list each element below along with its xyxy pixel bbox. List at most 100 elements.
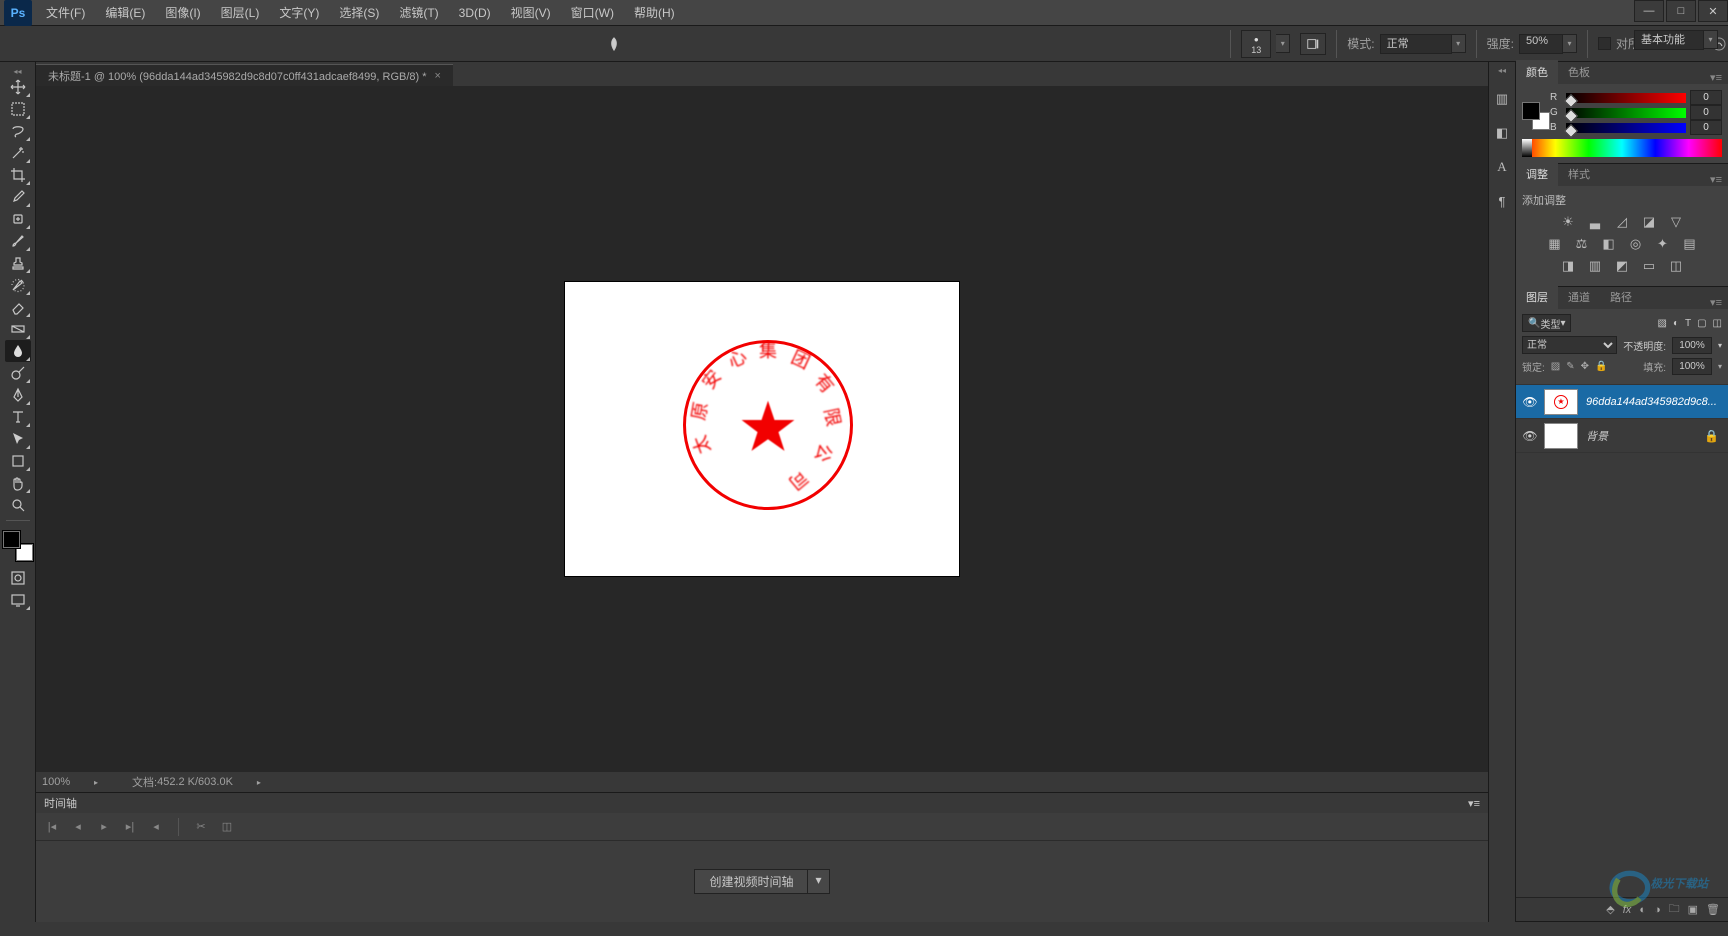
- adj-mixer-icon[interactable]: ✦: [1654, 236, 1672, 252]
- timeline-type-dropdown[interactable]: ▾: [808, 869, 829, 894]
- timeline-prev2-icon[interactable]: ◂: [148, 819, 164, 835]
- styles-tab[interactable]: 样式: [1558, 162, 1600, 186]
- opacity-input[interactable]: 100%: [1672, 337, 1712, 354]
- layers-menu-icon[interactable]: ▾≡: [1704, 296, 1728, 309]
- zoom-input[interactable]: [36, 776, 90, 788]
- blur-tool[interactable]: [5, 340, 31, 362]
- eyedropper-tool[interactable]: [5, 186, 31, 208]
- mode-select[interactable]: 正常: [1380, 34, 1452, 54]
- history-brush-tool[interactable]: [5, 274, 31, 296]
- swatches-tab[interactable]: 色板: [1558, 60, 1600, 84]
- timeline-prev-icon[interactable]: ◂: [70, 819, 86, 835]
- color-menu-icon[interactable]: ▾≡: [1704, 71, 1728, 84]
- g-value[interactable]: 0: [1690, 105, 1722, 120]
- color-swatches[interactable]: [3, 531, 33, 561]
- adj-levels-icon[interactable]: ▃: [1586, 214, 1604, 230]
- adj-threshold-icon[interactable]: ◩: [1613, 258, 1631, 274]
- adj-photo-icon[interactable]: ◎: [1627, 236, 1645, 252]
- history-icon[interactable]: ▥: [1492, 89, 1512, 109]
- path-select-tool[interactable]: [5, 428, 31, 450]
- create-video-timeline-button[interactable]: 创建视频时间轴: [694, 869, 808, 894]
- delete-layer-icon[interactable]: 🗑: [1706, 903, 1720, 916]
- toolbox-collapse[interactable]: ◂◂: [0, 66, 35, 76]
- stamp-tool[interactable]: [5, 252, 31, 274]
- canvas[interactable]: 集 团 有 限 公 司 太 原 安 心: [565, 282, 959, 576]
- strength-input[interactable]: 50%: [1519, 34, 1563, 54]
- filter-adjust-icon[interactable]: ◐: [1673, 318, 1679, 329]
- menu-help[interactable]: 帮助(H): [624, 0, 685, 26]
- menu-type[interactable]: 文字(Y): [269, 0, 329, 26]
- marquee-tool[interactable]: [5, 98, 31, 120]
- adj-brightness-icon[interactable]: ☀: [1559, 214, 1577, 230]
- menu-window[interactable]: 窗口(W): [561, 0, 624, 26]
- adj-exposure-icon[interactable]: ◪: [1640, 214, 1658, 230]
- wand-tool[interactable]: [5, 142, 31, 164]
- gradient-tool[interactable]: [5, 318, 31, 340]
- hand-tool[interactable]: [5, 472, 31, 494]
- menu-filter[interactable]: 滤镜(T): [389, 0, 448, 26]
- foreground-color-swatch[interactable]: [3, 531, 20, 548]
- lock-trans-icon[interactable]: ▨: [1551, 361, 1560, 372]
- filter-pixel-icon[interactable]: ▧: [1657, 318, 1666, 329]
- color-tab[interactable]: 颜色: [1516, 60, 1558, 84]
- docinfo-arrow-icon[interactable]: ▸: [253, 778, 265, 787]
- brush-panel-toggle[interactable]: [1300, 33, 1326, 55]
- layer-filter-select[interactable]: 🔍 类型 ▾: [1522, 314, 1571, 332]
- lock-paint-icon[interactable]: ✎: [1566, 361, 1574, 372]
- b-value[interactable]: 0: [1690, 120, 1722, 135]
- b-slider[interactable]: [1566, 123, 1686, 133]
- quickmask-toggle[interactable]: [5, 567, 31, 589]
- zoom-arrow-icon[interactable]: ▸: [90, 778, 102, 787]
- dodge-tool[interactable]: [5, 362, 31, 384]
- menu-view[interactable]: 视图(V): [501, 0, 561, 26]
- sample-all-checkbox[interactable]: [1598, 37, 1611, 50]
- lock-all-icon[interactable]: 🔒: [1595, 361, 1607, 372]
- adj-balance-icon[interactable]: ⚖: [1573, 236, 1591, 252]
- crop-tool[interactable]: [5, 164, 31, 186]
- timeline-first-icon[interactable]: |◂: [44, 819, 60, 835]
- adj-selective-icon[interactable]: ◫: [1667, 258, 1685, 274]
- new-group-icon[interactable]: 🗀: [1669, 900, 1680, 919]
- move-tool[interactable]: [5, 76, 31, 98]
- r-slider[interactable]: [1566, 93, 1686, 103]
- adj-gradmap-icon[interactable]: ▭: [1640, 258, 1658, 274]
- heal-tool[interactable]: [5, 208, 31, 230]
- fill-input[interactable]: 100%: [1672, 358, 1712, 375]
- zoom-tool[interactable]: [5, 494, 31, 516]
- properties-icon[interactable]: ◧: [1492, 123, 1512, 143]
- channels-tab[interactable]: 通道: [1558, 285, 1600, 309]
- new-fill-icon[interactable]: ◑: [1654, 904, 1661, 916]
- r-value[interactable]: 0: [1690, 90, 1722, 105]
- layer-row[interactable]: 👁 背景 🔒: [1516, 419, 1728, 453]
- menu-edit[interactable]: 编辑(E): [95, 0, 155, 26]
- lasso-tool[interactable]: [5, 120, 31, 142]
- visibility-icon[interactable]: 👁: [1516, 429, 1544, 443]
- vtabs-collapse[interactable]: ◂◂: [1489, 66, 1515, 75]
- menu-image[interactable]: 图像(I): [155, 0, 210, 26]
- g-slider[interactable]: [1566, 108, 1686, 118]
- paragraph-icon[interactable]: ¶: [1492, 191, 1512, 211]
- new-layer-icon[interactable]: ▣: [1688, 903, 1698, 916]
- adj-lookup-icon[interactable]: ▤: [1681, 236, 1699, 252]
- layer-name[interactable]: 背景: [1586, 428, 1704, 444]
- layer-row[interactable]: 👁 ★ 96dda144ad345982d9c8...: [1516, 385, 1728, 419]
- menu-select[interactable]: 选择(S): [329, 0, 389, 26]
- window-close[interactable]: ✕: [1698, 0, 1728, 22]
- layers-tab[interactable]: 图层: [1516, 285, 1558, 309]
- timeline-trans-icon[interactable]: ◫: [219, 819, 235, 835]
- filter-shape-icon[interactable]: ▢: [1697, 318, 1706, 329]
- adj-vibrance-icon[interactable]: ▽: [1667, 214, 1685, 230]
- character-icon[interactable]: A: [1492, 157, 1512, 177]
- eraser-tool[interactable]: [5, 296, 31, 318]
- color-fgbg-swatch[interactable]: [1522, 102, 1544, 124]
- visibility-icon[interactable]: 👁: [1516, 395, 1544, 409]
- adjust-menu-icon[interactable]: ▾≡: [1704, 173, 1728, 186]
- timeline-cut-icon[interactable]: ✂: [193, 819, 209, 835]
- paths-tab[interactable]: 路径: [1600, 285, 1642, 309]
- adjustments-tab[interactable]: 调整: [1516, 162, 1558, 186]
- menu-3d[interactable]: 3D(D): [449, 0, 501, 26]
- screenmode-toggle[interactable]: [5, 589, 31, 611]
- layer-thumbnail[interactable]: ★: [1544, 389, 1578, 415]
- layer-name[interactable]: 96dda144ad345982d9c8...: [1586, 396, 1728, 408]
- window-maximize[interactable]: □: [1666, 0, 1696, 22]
